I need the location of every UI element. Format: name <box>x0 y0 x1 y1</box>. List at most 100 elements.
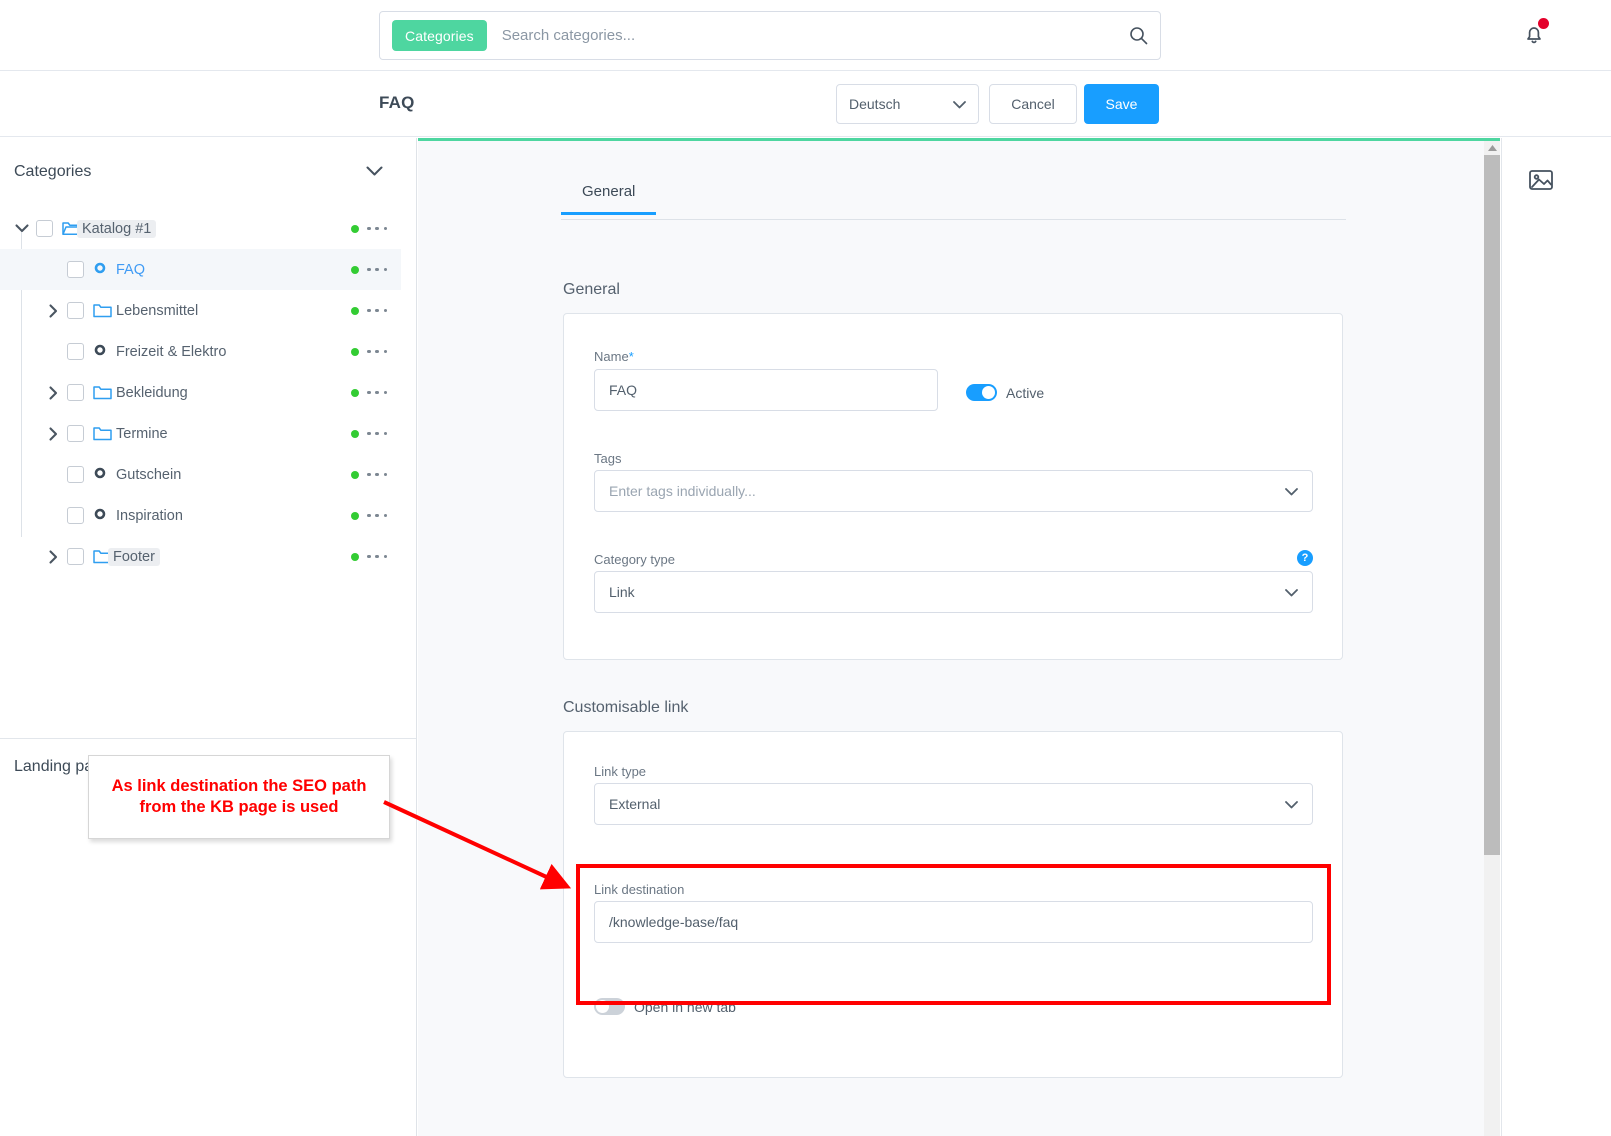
tree-node-checkbox[interactable] <box>67 384 84 401</box>
tree-node-label: Katalog #1 <box>77 219 157 238</box>
chevron-right-icon[interactable] <box>45 385 61 401</box>
tree-node[interactable]: Gutschein <box>0 454 416 495</box>
tree-node-checkbox[interactable] <box>67 507 84 524</box>
context-menu-icon[interactable] <box>367 427 387 441</box>
language-select[interactable]: Deutsch <box>836 84 979 124</box>
context-menu-icon[interactable] <box>367 304 387 318</box>
category-type-select[interactable]: Link <box>594 571 1313 613</box>
folder-icon <box>93 302 112 320</box>
tree-node-label: Gutschein <box>116 466 182 483</box>
cancel-button[interactable]: Cancel <box>989 84 1077 124</box>
link-circle-icon <box>93 343 111 361</box>
customisable-link-section-title: Customisable link <box>563 699 689 716</box>
status-dot <box>351 224 359 233</box>
main-content: General General Name* FAQ Active Tags En… <box>418 138 1500 1136</box>
search-bar[interactable]: Categories <box>379 11 1161 60</box>
link-circle-icon <box>93 466 111 484</box>
customisable-link-card: Link type External Link destination /kno… <box>563 731 1343 1078</box>
tags-placeholder: Enter tags individually... <box>609 483 756 499</box>
tree-node[interactable]: Katalog #1 <box>0 208 416 249</box>
name-label: Name* <box>594 349 634 364</box>
open-in-new-tab-label: Open in new tab <box>634 999 736 1015</box>
tree-node-checkbox[interactable] <box>67 425 84 442</box>
tree-node[interactable]: Lebensmittel <box>0 290 416 331</box>
chevron-down-icon <box>953 96 966 112</box>
tree-node[interactable]: Bekleidung <box>0 372 416 413</box>
chevron-right-icon[interactable] <box>45 303 61 319</box>
required-marker: * <box>628 349 634 364</box>
general-section-title: General <box>563 281 620 298</box>
context-menu-icon[interactable] <box>367 345 387 359</box>
status-dot <box>351 347 359 356</box>
search-scope-pill[interactable]: Categories <box>392 20 487 51</box>
tree-node-checkbox[interactable] <box>67 343 84 360</box>
category-type-label: Category type <box>594 552 675 567</box>
link-destination-input[interactable]: /knowledge-base/faq <box>594 901 1313 943</box>
save-button[interactable]: Save <box>1084 84 1159 124</box>
status-dot <box>351 552 359 561</box>
chevron-down-icon[interactable] <box>1285 483 1298 499</box>
page-title: FAQ <box>379 93 415 112</box>
tab-general[interactable]: General <box>561 183 657 215</box>
sidebar-categories-title: Categories <box>14 163 92 180</box>
link-type-label: Link type <box>594 764 647 779</box>
context-menu-icon[interactable] <box>367 468 387 482</box>
tree-node-label: Inspiration <box>116 507 183 524</box>
link-circle-icon <box>93 507 111 525</box>
context-menu-icon[interactable] <box>367 222 387 236</box>
link-type-select[interactable]: External <box>594 783 1313 825</box>
status-dot <box>351 388 359 397</box>
tags-label: Tags <box>594 451 622 466</box>
link-type-value: External <box>609 796 661 812</box>
name-input[interactable]: FAQ <box>594 369 938 411</box>
language-select-value: Deutsch <box>849 96 901 112</box>
main-scrollbar-track[interactable] <box>1484 141 1500 1136</box>
sidebar: Categories Katalog #1 FAQ Lebensmittel Frei… <box>0 138 417 1136</box>
folder-icon <box>93 425 112 443</box>
annotation-text: As link destination the SEO path from th… <box>111 776 367 816</box>
link-destination-label: Link destination <box>594 882 685 897</box>
active-toggle[interactable] <box>966 384 997 401</box>
tree-node-checkbox[interactable] <box>67 261 84 278</box>
context-menu-icon[interactable] <box>367 386 387 400</box>
image-icon[interactable] <box>1527 166 1555 194</box>
context-menu-icon[interactable] <box>367 550 387 564</box>
status-dot <box>351 470 359 479</box>
sidebar-categories-header[interactable]: Categories <box>0 138 416 206</box>
tree-node-checkbox[interactable] <box>67 302 84 319</box>
tree-node-checkbox[interactable] <box>67 466 84 483</box>
tree-node-label: Freizeit & Elektro <box>116 343 227 360</box>
tree-node[interactable]: Freizeit & Elektro <box>0 331 416 372</box>
tree-node-label: FAQ <box>116 261 146 278</box>
page-header: FAQ Deutsch Cancel Save <box>0 71 1611 137</box>
tags-input[interactable]: Enter tags individually... <box>594 470 1313 512</box>
chevron-down-icon[interactable] <box>366 163 383 181</box>
search-icon[interactable] <box>1116 26 1160 45</box>
help-icon[interactable]: ? <box>1297 550 1313 566</box>
tree-node[interactable]: FAQ <box>0 249 401 290</box>
main-scrollbar-thumb[interactable] <box>1484 155 1500 855</box>
category-type-value: Link <box>609 584 635 600</box>
top-bar: Categories <box>0 0 1611 71</box>
tree-node-label: Termine <box>116 425 168 442</box>
chevron-down-icon[interactable] <box>14 221 30 237</box>
scroll-up-button[interactable] <box>1484 141 1500 155</box>
status-dot <box>351 511 359 520</box>
chevron-down-icon[interactable] <box>1285 796 1298 812</box>
chevron-right-icon[interactable] <box>45 549 61 565</box>
tree-node-checkbox[interactable] <box>36 220 53 237</box>
chevron-right-icon[interactable] <box>45 426 61 442</box>
context-menu-icon[interactable] <box>367 509 387 523</box>
search-input[interactable] <box>499 26 1116 45</box>
tree-node[interactable]: Termine <box>0 413 416 454</box>
tab-bar: General <box>561 183 1346 220</box>
context-menu-icon[interactable] <box>367 263 387 277</box>
status-dot <box>351 265 359 274</box>
link-circle-icon <box>93 261 111 279</box>
tree-node[interactable]: Inspiration <box>0 495 416 536</box>
chevron-down-icon[interactable] <box>1285 584 1298 600</box>
status-dot <box>351 429 359 438</box>
tree-node-checkbox[interactable] <box>67 548 84 565</box>
tree-node[interactable]: Footer <box>0 536 416 577</box>
open-in-new-tab-toggle[interactable] <box>594 998 625 1015</box>
